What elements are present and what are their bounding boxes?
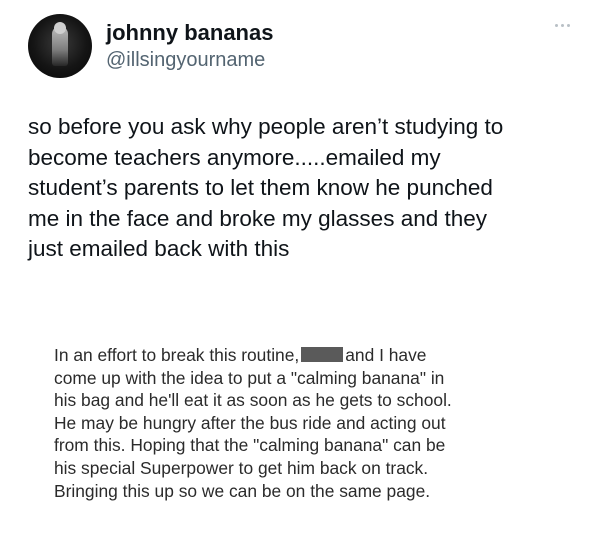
redacted-name <box>301 347 344 362</box>
author-handle[interactable]: @illsingyourname <box>106 47 273 73</box>
quoted-email: In an effort to break this routine, and I… <box>54 344 574 502</box>
more-dot <box>555 24 558 27</box>
author-names: johnny bananas @illsingyourname <box>106 19 273 73</box>
quoted-email-line: In an effort to break this routine, and I… <box>54 344 574 367</box>
more-dot <box>561 24 564 27</box>
quoted-email-text: In an effort to break this routine, <box>54 345 300 365</box>
quoted-email-line: come up with the idea to put a "calming … <box>54 367 445 388</box>
avatar[interactable] <box>28 14 92 78</box>
quoted-email-line: his special Superpower to get him back o… <box>54 457 429 478</box>
quoted-email-line: Bringing this up so we can be on the sam… <box>54 480 431 501</box>
quoted-email-text: and I have <box>345 345 427 365</box>
quoted-email-line: He may be hungry after the bus ride and … <box>54 412 446 433</box>
avatar-figure-head <box>54 22 66 34</box>
more-dot <box>567 24 570 27</box>
quoted-email-line: his bag and he'll eat it as soon as he g… <box>54 390 452 411</box>
post-text: so before you ask why people aren’t stud… <box>28 114 504 261</box>
more-options-icon[interactable] <box>555 24 570 27</box>
author-display-name[interactable]: johnny bananas <box>106 19 273 47</box>
post-header: johnny bananas @illsingyourname <box>28 14 273 78</box>
quoted-email-line: from this. Hoping that the "calming bana… <box>54 435 446 456</box>
post: johnny bananas @illsingyourname so befor… <box>0 0 600 543</box>
